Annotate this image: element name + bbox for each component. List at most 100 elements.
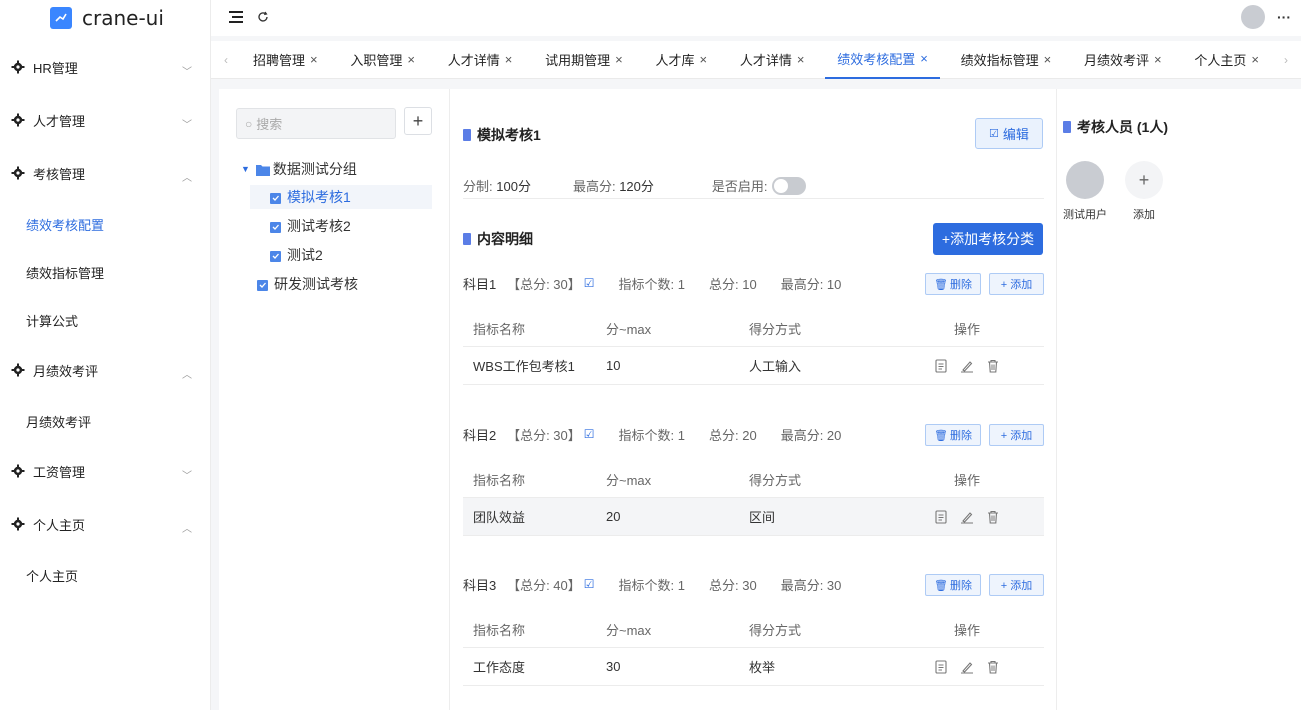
sidebar-group-label: 工资管理 bbox=[33, 465, 86, 480]
close-icon[interactable]: × bbox=[505, 52, 513, 67]
pencil-icon[interactable] bbox=[960, 359, 974, 373]
tab-3[interactable]: 试用期管理 × bbox=[533, 41, 635, 79]
sidebar-group-6[interactable]: 月绩效考评 ︿ bbox=[0, 344, 210, 397]
subject-header: 科目3 【总分: 40】 ☑ 指标个数: 1 总分: 30 最高分: 30 🗑︎ 删除 + 添… bbox=[463, 570, 1044, 598]
add-node-button[interactable]: + bbox=[404, 107, 432, 135]
tab-8[interactable]: 月绩效考评 × bbox=[1072, 41, 1174, 79]
assessment-detail-panel: 模拟考核1 ☑ 编辑 分制: 100分 最高分: 120分 是否启用: 内容明细… bbox=[463, 89, 1044, 710]
edit-icon[interactable]: ☑ bbox=[584, 427, 595, 441]
tab-0[interactable]: 招聘管理 × bbox=[241, 41, 330, 79]
close-icon[interactable]: × bbox=[615, 52, 623, 67]
delete-subject-button[interactable]: 🗑︎ 删除 bbox=[925, 273, 981, 295]
tree-group-label: 数据测试分组 bbox=[272, 161, 357, 177]
document-icon[interactable] bbox=[934, 659, 948, 674]
plus-icon: + bbox=[1125, 161, 1163, 199]
sidebar-group-8[interactable]: 工资管理 ﹀ bbox=[0, 445, 210, 498]
assessment-tree-panel: ○ 搜索 + ▼ 数据测试分组 模拟考核1 测试考核2 测试2 研发测试考核 bbox=[219, 89, 450, 710]
search-icon: ○ bbox=[245, 116, 253, 131]
tab-bar: ‹ 招聘管理 × 入职管理 × 人才详情 × 试用期管理 × 人才库 × 人才详情 × 绩效考核配置 × 绩… bbox=[211, 41, 1301, 79]
sidebar-group-9[interactable]: 个人主页 ︿ bbox=[0, 498, 210, 551]
tab-6[interactable]: 绩效考核配置 × bbox=[825, 41, 940, 79]
document-icon[interactable] bbox=[934, 358, 948, 373]
sidebar-group-0[interactable]: HR管理 ﹀ bbox=[0, 41, 210, 94]
user-avatar[interactable] bbox=[1241, 5, 1265, 29]
tab-5[interactable]: 人才详情 × bbox=[728, 41, 817, 79]
edit-icon: ☑ bbox=[989, 128, 999, 140]
edit-icon[interactable]: ☑ bbox=[584, 577, 595, 591]
trash-icon[interactable] bbox=[986, 510, 1000, 524]
close-icon[interactable]: × bbox=[797, 52, 805, 67]
main-content: ○ 搜索 + ▼ 数据测试分组 模拟考核1 测试考核2 测试2 研发测试考核 模… bbox=[219, 89, 1301, 710]
doc-icon bbox=[463, 129, 471, 141]
tab-2[interactable]: 人才详情 × bbox=[436, 41, 525, 79]
sidebar-item-10[interactable]: 个人主页 bbox=[0, 551, 210, 599]
clipboard-icon bbox=[270, 249, 282, 262]
sidebar-item-5[interactable]: 计算公式 bbox=[0, 296, 210, 344]
gear-icon bbox=[11, 363, 27, 379]
enabled-toggle[interactable] bbox=[771, 176, 806, 195]
content-title: 内容明细 bbox=[463, 229, 533, 249]
reviewer-person[interactable]: 测试用户 bbox=[1057, 161, 1113, 222]
trash-icon[interactable] bbox=[986, 660, 1000, 674]
edit-icon[interactable]: ☑ bbox=[584, 276, 595, 290]
sidebar-group-label: HR管理 bbox=[33, 61, 78, 76]
refresh-icon[interactable] bbox=[257, 10, 269, 26]
document-icon[interactable] bbox=[934, 509, 948, 524]
sidebar-item-3[interactable]: 绩效考核配置 bbox=[0, 200, 210, 248]
subject-header: 科目1 【总分: 30】 ☑ 指标个数: 1 总分: 10 最高分: 10 🗑︎ 删除 + 添… bbox=[463, 269, 1044, 297]
close-icon[interactable]: × bbox=[407, 52, 415, 67]
gear-icon bbox=[11, 60, 27, 76]
search-placeholder: 搜索 bbox=[256, 117, 283, 132]
sidebar-group-1[interactable]: 人才管理 ﹀ bbox=[0, 94, 210, 147]
doc-icon bbox=[1063, 121, 1071, 133]
add-indicator-button[interactable]: + 添加 bbox=[989, 424, 1044, 446]
tab-scroll-right-icon[interactable]: › bbox=[1271, 53, 1301, 67]
trash-icon[interactable] bbox=[986, 359, 1000, 373]
sidebar-menu: HR管理 ﹀ 人才管理 ﹀ 考核管理 ︿ 绩效考核配置 绩效指标管理 计算公式 月绩效考评 ︿ 月绩效… bbox=[0, 41, 210, 599]
pencil-icon[interactable] bbox=[960, 660, 974, 674]
caret-down-icon: ▼ bbox=[241, 164, 250, 174]
close-icon[interactable]: × bbox=[1251, 52, 1259, 67]
trash-icon: 🗑︎ bbox=[934, 579, 948, 592]
close-icon[interactable]: × bbox=[920, 51, 928, 66]
add-reviewer-button[interactable]: + 添加 bbox=[1116, 161, 1172, 222]
app-logo[interactable]: crane-ui bbox=[0, 0, 210, 36]
detail-title: 模拟考核1 bbox=[463, 125, 541, 145]
sidebar-group-2[interactable]: 考核管理 ︿ bbox=[0, 147, 210, 200]
table-row: WBS工作包考核1 10 人工输入 bbox=[463, 347, 1044, 385]
tree-node-2[interactable]: 测试考核2 bbox=[270, 214, 351, 238]
add-indicator-button[interactable]: + 添加 bbox=[989, 273, 1044, 295]
tab-scroll-left-icon[interactable]: ‹ bbox=[211, 53, 241, 67]
edit-button[interactable]: ☑ 编辑 bbox=[975, 118, 1043, 149]
add-category-button[interactable]: +添加考核分类 bbox=[933, 223, 1043, 255]
logo-icon bbox=[50, 7, 72, 29]
tree-node-1[interactable]: 模拟考核1 bbox=[250, 185, 432, 209]
tab-7[interactable]: 绩效指标管理 × bbox=[949, 41, 1064, 79]
sidebar-item-7[interactable]: 月绩效考评 bbox=[0, 397, 210, 445]
tree-group[interactable]: ▼ 数据测试分组 bbox=[241, 157, 357, 181]
detail-meta: 分制: 100分 最高分: 120分 是否启用: bbox=[463, 175, 1044, 199]
search-input[interactable]: ○ 搜索 bbox=[236, 108, 396, 139]
delete-subject-button[interactable]: 🗑︎ 删除 bbox=[925, 424, 981, 446]
close-icon[interactable]: × bbox=[1154, 52, 1162, 67]
close-icon[interactable]: × bbox=[310, 52, 318, 67]
sidebar-group-label: 人才管理 bbox=[33, 114, 86, 129]
clipboard-icon bbox=[257, 278, 269, 291]
more-icon[interactable]: ··· bbox=[1277, 9, 1291, 25]
tab-1[interactable]: 入职管理 × bbox=[338, 41, 427, 79]
sidebar-item-4[interactable]: 绩效指标管理 bbox=[0, 248, 210, 296]
tree-node-3[interactable]: 测试2 bbox=[270, 243, 323, 267]
close-icon[interactable]: × bbox=[700, 52, 708, 67]
chevron-down-icon: ﹀ bbox=[182, 470, 192, 482]
collapse-menu-icon[interactable] bbox=[229, 10, 243, 26]
gear-icon bbox=[11, 517, 27, 533]
pencil-icon[interactable] bbox=[960, 510, 974, 524]
tree-root-leaf[interactable]: 研发测试考核 bbox=[257, 272, 358, 296]
table-row: 工作态度 30 枚举 bbox=[463, 648, 1044, 686]
close-icon[interactable]: × bbox=[1044, 52, 1052, 67]
tab-4[interactable]: 人才库 × bbox=[644, 41, 720, 79]
delete-subject-button[interactable]: 🗑︎ 删除 bbox=[925, 574, 981, 596]
add-indicator-button[interactable]: + 添加 bbox=[989, 574, 1044, 596]
chevron-up-icon: ︿ bbox=[182, 523, 192, 535]
tab-9[interactable]: 个人主页 × bbox=[1182, 41, 1271, 79]
